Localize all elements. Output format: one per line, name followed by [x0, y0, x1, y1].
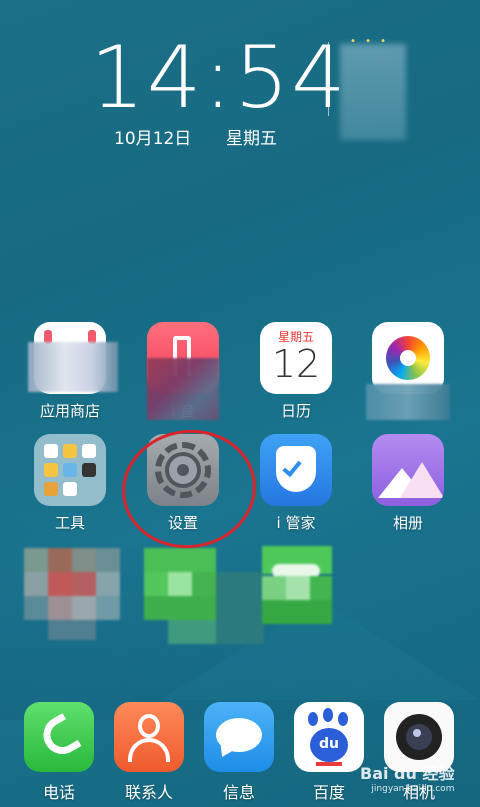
weather-widget-blurred[interactable] — [340, 44, 406, 140]
dock-contacts[interactable]: 联系人 — [104, 702, 194, 803]
calendar-icon: 星期五 12 — [260, 322, 332, 394]
clock-date: 10月12日 — [114, 129, 192, 149]
clock-divider — [328, 42, 329, 116]
messages-label: 信息 — [222, 783, 255, 802]
app-manager[interactable]: i 管家 — [246, 434, 346, 533]
app-blurred-1[interactable] — [24, 548, 120, 640]
contacts-person-icon — [114, 702, 184, 772]
app-store[interactable]: 应用商店 — [20, 322, 120, 421]
message-bubble-icon — [204, 702, 274, 772]
dock-messages[interactable]: 信息 — [194, 702, 284, 803]
manager-label: i 管家 — [276, 514, 316, 532]
shield-check-icon — [260, 434, 332, 506]
baidu-paw-icon: du — [294, 702, 364, 772]
clock-time[interactable]: 14:54 — [90, 30, 346, 126]
app-blurred-3[interactable] — [262, 546, 332, 624]
app-calendar[interactable]: 星期五 12 日历 — [246, 322, 346, 421]
phone-label: 电话 — [42, 783, 75, 802]
tools-label: 工具 — [54, 514, 85, 532]
watermark-url: jingyan.baidu.com — [371, 784, 455, 794]
watermark-brand: Bai du 经验 — [360, 764, 455, 783]
calendar-label: 日历 — [280, 402, 311, 420]
app-blurred-2[interactable] — [144, 548, 264, 646]
tools-folder-icon — [34, 434, 106, 506]
app-gallery[interactable] — [358, 322, 458, 420]
dock-phone[interactable]: 电话 — [14, 702, 104, 803]
folder-tools[interactable]: 工具 — [20, 434, 120, 533]
phone-icon — [24, 702, 94, 772]
calendar-icon-day: 12 — [271, 342, 321, 386]
app-album[interactable]: 相册 — [358, 434, 458, 533]
clock-weekday: 星期五 — [226, 129, 277, 149]
baidu-jingyan-watermark: Bai du 经验 jingyan.baidu.com — [360, 760, 454, 794]
album-mountain-icon — [372, 434, 444, 506]
album-label: 相册 — [392, 514, 423, 532]
app-music[interactable]: i 音 — [133, 322, 233, 421]
app-store-label: 应用商店 — [39, 402, 100, 420]
contacts-label: 联系人 — [124, 783, 173, 802]
